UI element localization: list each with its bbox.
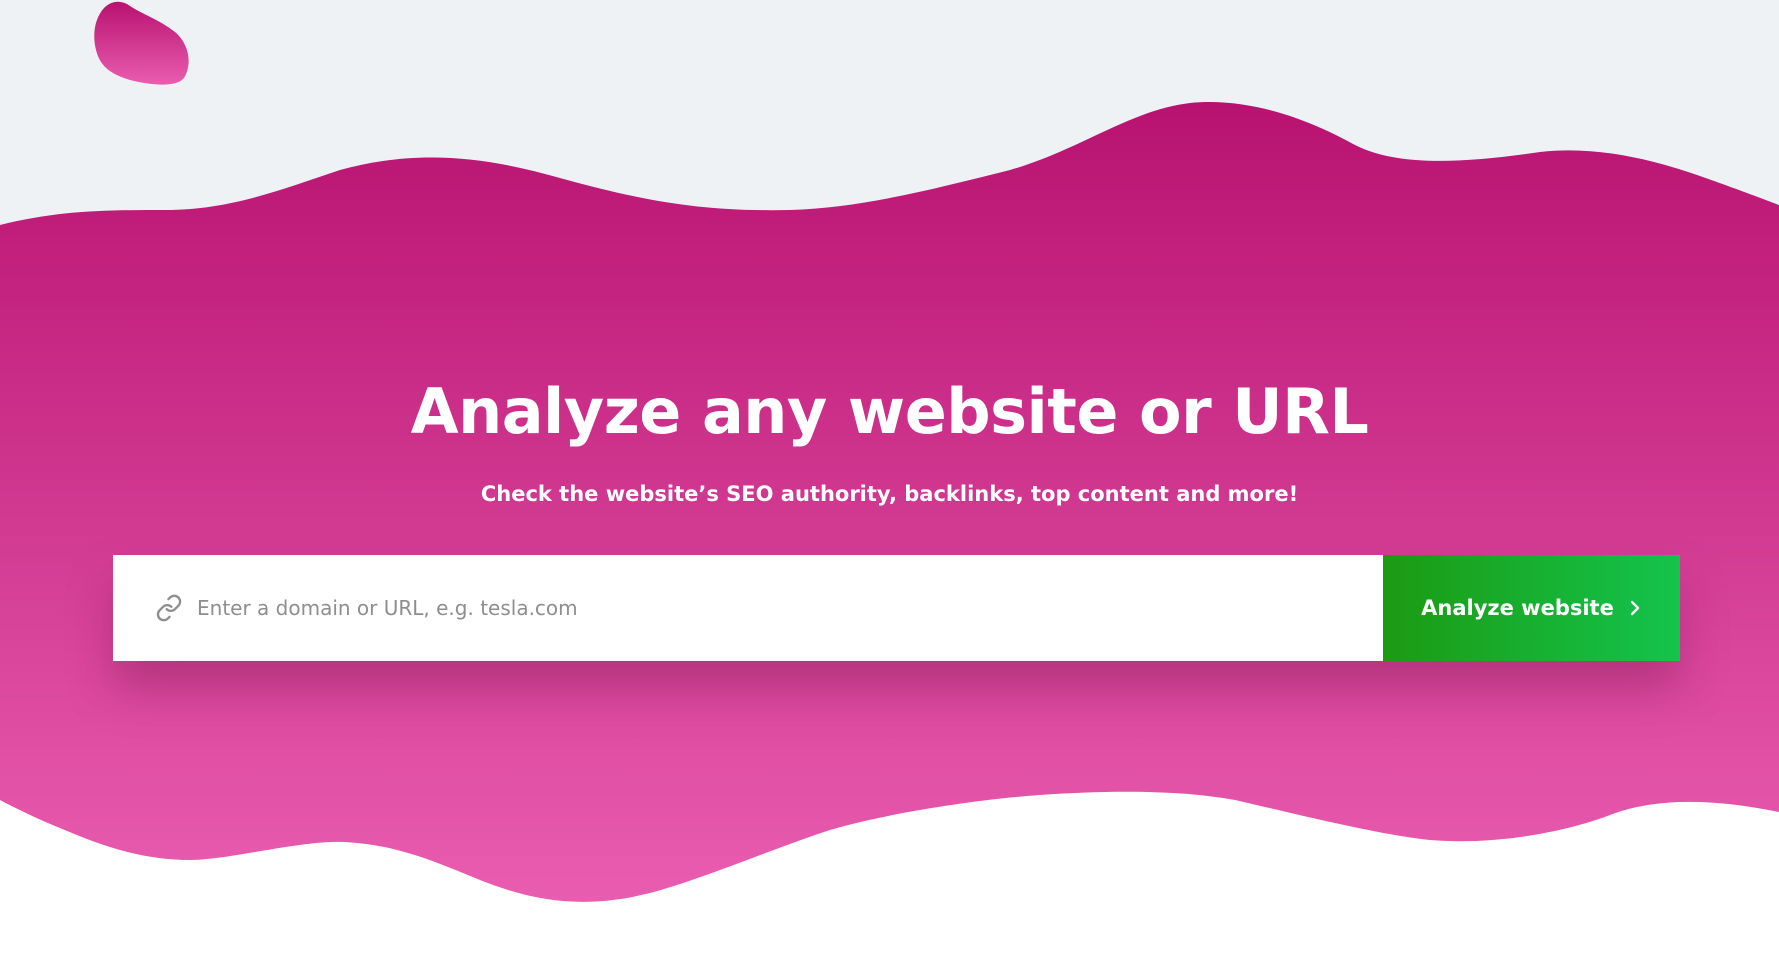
link-icon bbox=[155, 594, 183, 622]
search-input-area[interactable] bbox=[113, 555, 1383, 661]
chevron-right-icon bbox=[1628, 600, 1642, 616]
page-subtitle: Check the website’s SEO authority, backl… bbox=[480, 482, 1299, 506]
pink-blob-shape bbox=[94, 1, 189, 85]
analyze-website-label: Analyze website bbox=[1421, 596, 1614, 620]
analyze-website-button[interactable]: Analyze website bbox=[1383, 555, 1680, 661]
page-title: Analyze any website or URL bbox=[410, 374, 1369, 448]
domain-url-input[interactable] bbox=[197, 555, 1383, 661]
search-bar: Analyze website bbox=[113, 555, 1680, 661]
